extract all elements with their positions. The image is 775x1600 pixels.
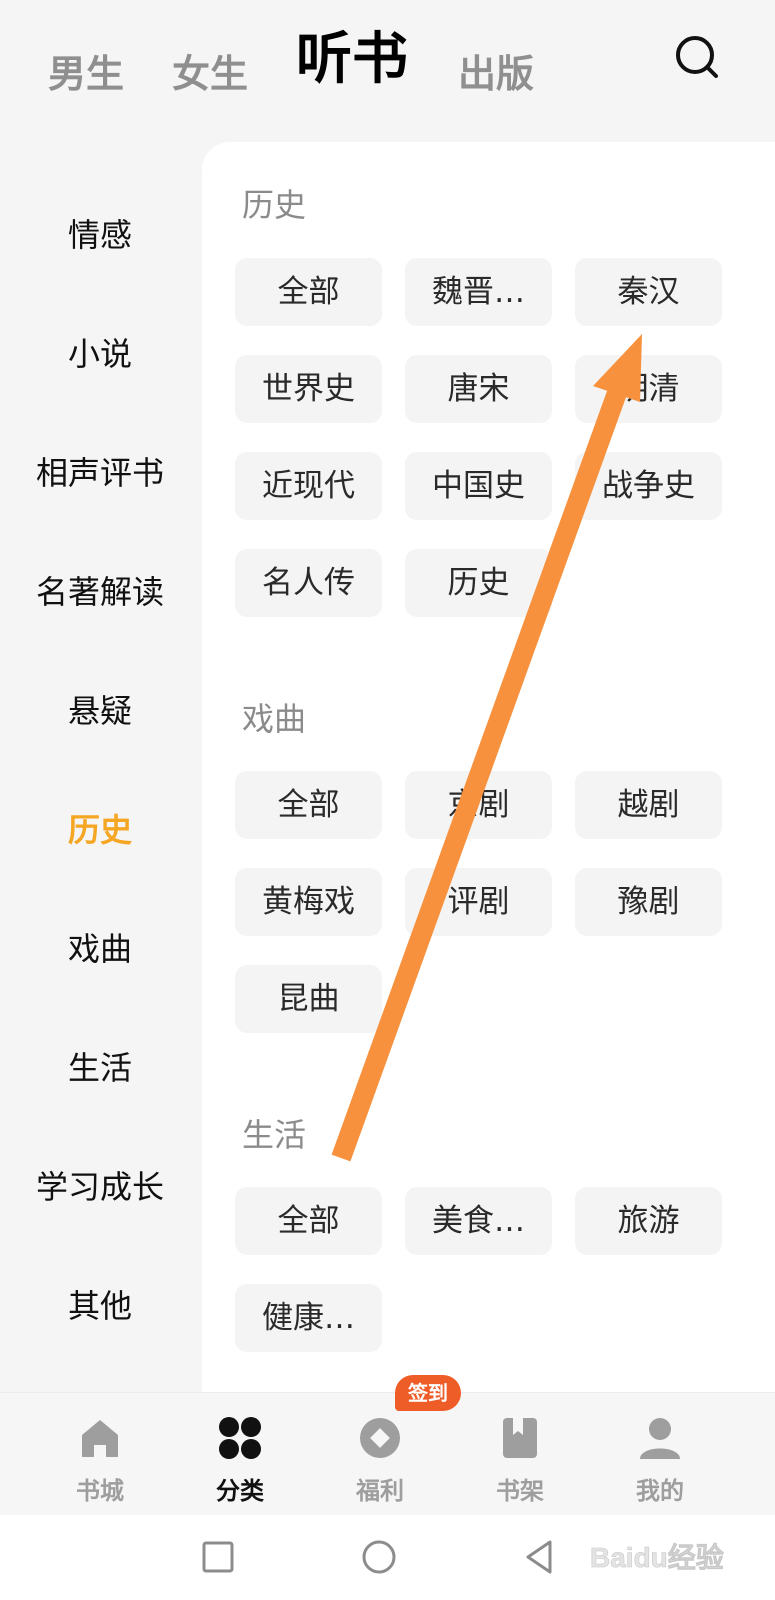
triangle-back-icon — [526, 1540, 552, 1574]
sidebar-item-novel[interactable]: 小说 — [0, 324, 200, 384]
chip-huangmei[interactable]: 黄梅戏 — [235, 868, 382, 936]
chip-war-history[interactable]: 战争史 — [575, 452, 722, 520]
watermark-logo: Baidu经验 — [590, 1537, 770, 1577]
chip-yu-opera[interactable]: 豫剧 — [575, 868, 722, 936]
tab-female[interactable]: 女生 — [172, 55, 248, 93]
section-title-opera: 戏曲 — [242, 700, 307, 738]
nav-item-bookstore[interactable]: 书城 — [50, 1393, 150, 1516]
nav-label-bookstore: 书城 — [76, 1477, 124, 1505]
nav-label-welfare: 福利 — [356, 1477, 404, 1505]
home-button[interactable] — [357, 1535, 401, 1579]
chip-travel[interactable]: 旅游 — [575, 1187, 722, 1255]
bookshelf-icon — [503, 1418, 537, 1458]
coin-icon — [360, 1418, 400, 1458]
nav-label-category: 分类 — [216, 1477, 264, 1505]
section-title-life: 生活 — [242, 1116, 307, 1154]
chip-peking-opera[interactable]: 京剧 — [405, 771, 552, 839]
section-title-history: 历史 — [242, 186, 307, 224]
tab-audiobook[interactable]: 听书 — [296, 32, 408, 88]
sidebar-item-history[interactable]: 历史 — [0, 800, 200, 860]
svg-text:Baidu经验: Baidu经验 — [590, 1541, 724, 1573]
back-button[interactable] — [518, 1535, 562, 1579]
search-icon — [676, 36, 718, 78]
chip-life-all[interactable]: 全部 — [235, 1187, 382, 1255]
square-icon — [202, 1541, 234, 1573]
chip-china-history[interactable]: 中国史 — [405, 452, 552, 520]
chip-tangsong[interactable]: 唐宋 — [405, 355, 552, 423]
tab-publish[interactable]: 出版 — [458, 55, 534, 93]
sidebar-item-crosstalk[interactable]: 相声评书 — [0, 443, 200, 503]
checkin-badge[interactable]: 签到 — [395, 1375, 461, 1411]
chip-qinhan[interactable]: 秦汉 — [575, 258, 722, 326]
sidebar-item-life[interactable]: 生活 — [0, 1038, 200, 1098]
chip-health[interactable]: 健康… — [235, 1284, 382, 1352]
chip-kunqu[interactable]: 昆曲 — [235, 965, 382, 1033]
nav-label-mine: 我的 — [636, 1477, 684, 1505]
sidebar-item-other[interactable]: 其他 — [0, 1276, 200, 1336]
chip-ping-opera[interactable]: 评剧 — [405, 868, 552, 936]
tab-male[interactable]: 男生 — [48, 55, 124, 93]
sidebar-item-learning[interactable]: 学习成长 — [0, 1157, 200, 1217]
sidebar-item-opera[interactable]: 戏曲 — [0, 919, 200, 979]
system-nav-bar: Baidu经验 — [0, 1515, 775, 1600]
profile-icon — [640, 1418, 680, 1459]
chip-yue-opera[interactable]: 越剧 — [575, 771, 722, 839]
chip-world-history[interactable]: 世界史 — [235, 355, 382, 423]
sidebar-item-classics[interactable]: 名著解读 — [0, 562, 200, 622]
top-tab-bar: 男生 女生 听书 出版 — [0, 0, 775, 140]
nav-item-bookshelf[interactable]: 书架 — [470, 1393, 570, 1516]
chip-mingqing[interactable]: 明清 — [575, 355, 722, 423]
nav-item-mine[interactable]: 我的 — [610, 1393, 710, 1516]
sidebar-item-emotion[interactable]: 情感 — [0, 205, 200, 265]
nav-label-bookshelf: 书架 — [496, 1477, 544, 1505]
category-sidebar: 情感 小说 相声评书 名著解读 悬疑 历史 戏曲 生活 学习成长 其他 — [0, 140, 200, 1390]
chip-weijin[interactable]: 魏晋… — [405, 258, 552, 326]
recent-apps-button[interactable] — [196, 1535, 240, 1579]
chip-opera-all[interactable]: 全部 — [235, 771, 382, 839]
chip-modern[interactable]: 近现代 — [235, 452, 382, 520]
sidebar-item-suspense[interactable]: 悬疑 — [0, 681, 200, 741]
nav-item-category[interactable]: 分类 — [190, 1393, 290, 1516]
nav-item-welfare[interactable]: 福利 — [330, 1393, 430, 1516]
chip-food[interactable]: 美食… — [405, 1187, 552, 1255]
search-button[interactable] — [674, 34, 722, 82]
home-icon — [82, 1420, 118, 1457]
bottom-nav: 书城 分类 福利 书架 我的 — [0, 1392, 775, 1516]
category-panel: 历史 全部 魏晋… 秦汉 世界史 唐宋 明清 近现代 中国史 战争史 名人传 历… — [202, 142, 775, 1402]
chip-history[interactable]: 历史 — [405, 549, 552, 617]
chip-biography[interactable]: 名人传 — [235, 549, 382, 617]
category-icon — [219, 1417, 261, 1459]
chip-history-all[interactable]: 全部 — [235, 258, 382, 326]
circle-icon — [362, 1540, 396, 1574]
